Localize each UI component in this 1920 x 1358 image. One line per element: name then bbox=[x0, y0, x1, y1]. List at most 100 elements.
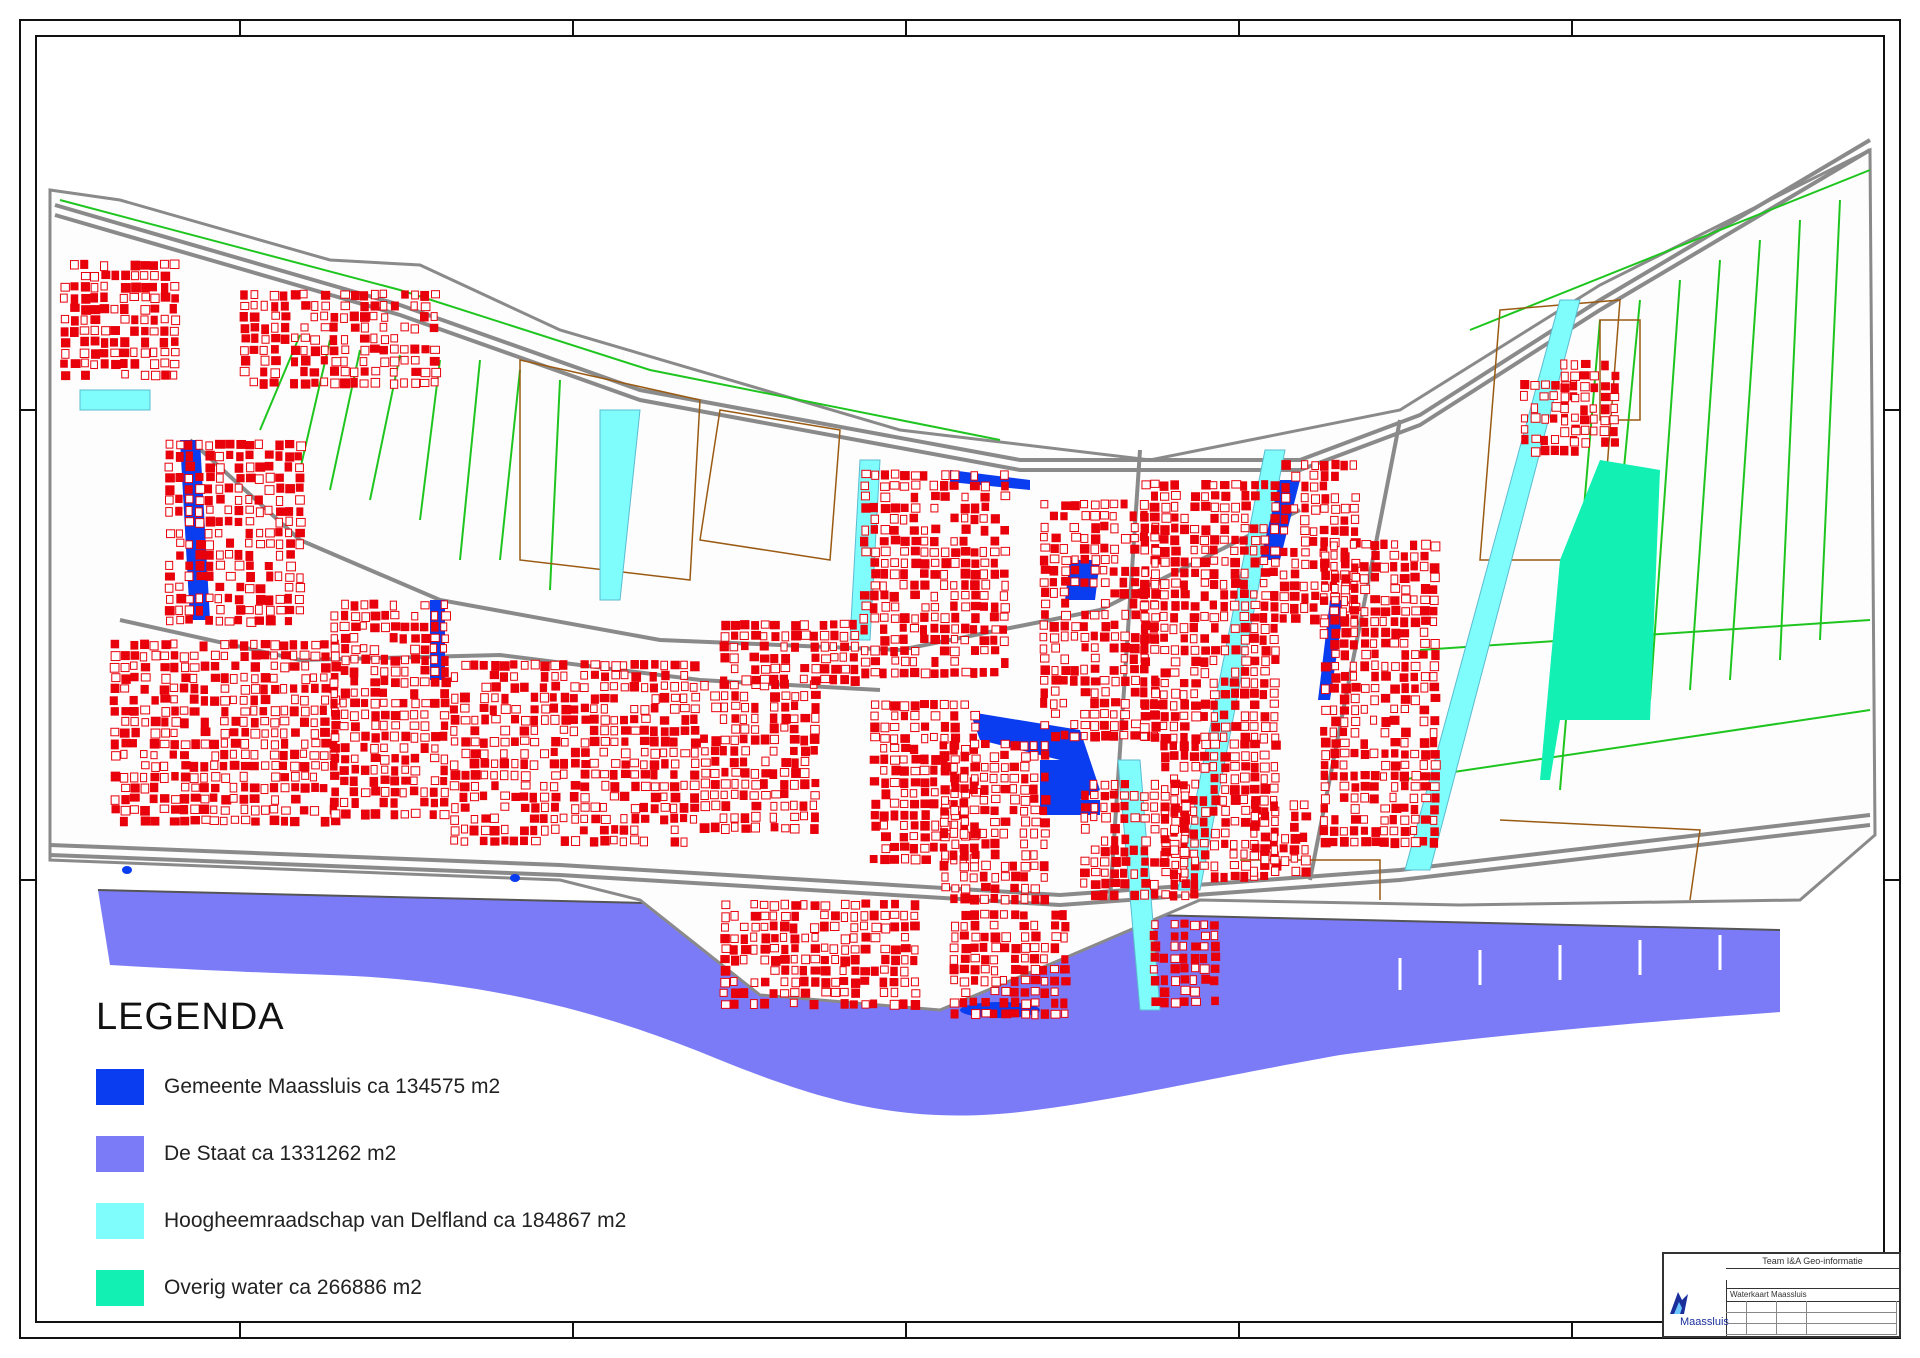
building bbox=[420, 665, 430, 675]
building bbox=[164, 462, 173, 472]
building bbox=[730, 789, 739, 799]
building bbox=[296, 573, 304, 583]
building bbox=[300, 345, 308, 356]
building bbox=[970, 920, 980, 931]
building bbox=[1430, 772, 1440, 781]
building bbox=[790, 746, 798, 756]
building bbox=[801, 954, 810, 965]
building bbox=[1150, 645, 1160, 654]
building bbox=[1220, 525, 1230, 534]
building bbox=[961, 513, 969, 523]
building bbox=[1170, 712, 1180, 721]
building bbox=[480, 693, 489, 704]
building bbox=[749, 791, 759, 800]
building bbox=[730, 813, 739, 823]
building bbox=[220, 749, 229, 760]
building bbox=[480, 738, 488, 748]
building bbox=[1171, 513, 1179, 522]
building bbox=[840, 934, 851, 945]
building bbox=[1221, 557, 1229, 566]
building bbox=[409, 721, 420, 730]
building bbox=[899, 482, 910, 491]
building bbox=[440, 776, 448, 786]
building bbox=[811, 977, 820, 987]
building bbox=[371, 366, 381, 376]
building bbox=[390, 666, 401, 677]
building bbox=[401, 290, 409, 299]
building bbox=[681, 681, 689, 692]
building bbox=[1140, 889, 1149, 900]
building bbox=[1150, 700, 1160, 709]
building bbox=[1051, 643, 1060, 653]
building bbox=[909, 744, 919, 755]
building bbox=[970, 710, 981, 721]
building bbox=[570, 682, 580, 692]
building bbox=[791, 758, 799, 769]
building bbox=[160, 314, 169, 324]
building bbox=[971, 850, 980, 859]
building bbox=[830, 653, 839, 662]
building bbox=[320, 816, 330, 827]
building bbox=[1411, 814, 1420, 824]
building bbox=[1339, 760, 1348, 770]
building bbox=[609, 769, 618, 780]
building bbox=[1210, 712, 1219, 722]
building bbox=[1220, 752, 1231, 762]
building bbox=[1220, 677, 1229, 686]
building bbox=[1149, 791, 1159, 800]
building bbox=[791, 692, 800, 702]
building bbox=[390, 334, 399, 343]
building bbox=[1160, 712, 1169, 722]
building bbox=[760, 922, 769, 931]
building bbox=[1200, 668, 1210, 679]
building bbox=[1371, 827, 1381, 837]
building bbox=[590, 694, 599, 704]
building bbox=[1191, 557, 1201, 568]
building bbox=[589, 837, 599, 847]
building bbox=[681, 715, 690, 725]
building bbox=[175, 473, 184, 483]
building bbox=[721, 900, 731, 910]
building bbox=[1040, 1009, 1050, 1019]
legend-label-staat: De Staat ca 1331262 m2 bbox=[164, 1142, 397, 1165]
building bbox=[820, 921, 829, 932]
building bbox=[320, 727, 330, 737]
building bbox=[1120, 631, 1130, 642]
building bbox=[1229, 752, 1240, 762]
building bbox=[930, 623, 939, 633]
building bbox=[1280, 603, 1289, 614]
building bbox=[961, 524, 971, 534]
building bbox=[245, 550, 254, 561]
building bbox=[1260, 679, 1269, 688]
building bbox=[1419, 716, 1429, 727]
building bbox=[1101, 812, 1111, 823]
building bbox=[1340, 650, 1350, 661]
building bbox=[1330, 683, 1339, 693]
building bbox=[629, 681, 640, 692]
building bbox=[260, 739, 268, 750]
building bbox=[1271, 733, 1280, 743]
building bbox=[99, 349, 109, 358]
building bbox=[1291, 811, 1299, 822]
building bbox=[470, 737, 480, 747]
building bbox=[350, 698, 360, 708]
building bbox=[609, 792, 619, 801]
building bbox=[1130, 890, 1139, 901]
building bbox=[970, 762, 981, 772]
building bbox=[659, 748, 668, 758]
building bbox=[1230, 795, 1241, 805]
building bbox=[1360, 684, 1370, 693]
building bbox=[221, 773, 231, 783]
building bbox=[940, 762, 951, 772]
building bbox=[1429, 672, 1438, 682]
building bbox=[889, 798, 900, 808]
building bbox=[839, 619, 850, 628]
building bbox=[121, 369, 129, 379]
building bbox=[1211, 941, 1220, 952]
building bbox=[630, 660, 639, 669]
building bbox=[771, 790, 782, 799]
building bbox=[920, 547, 929, 557]
building bbox=[286, 561, 296, 572]
building bbox=[599, 825, 609, 835]
building bbox=[450, 770, 461, 780]
